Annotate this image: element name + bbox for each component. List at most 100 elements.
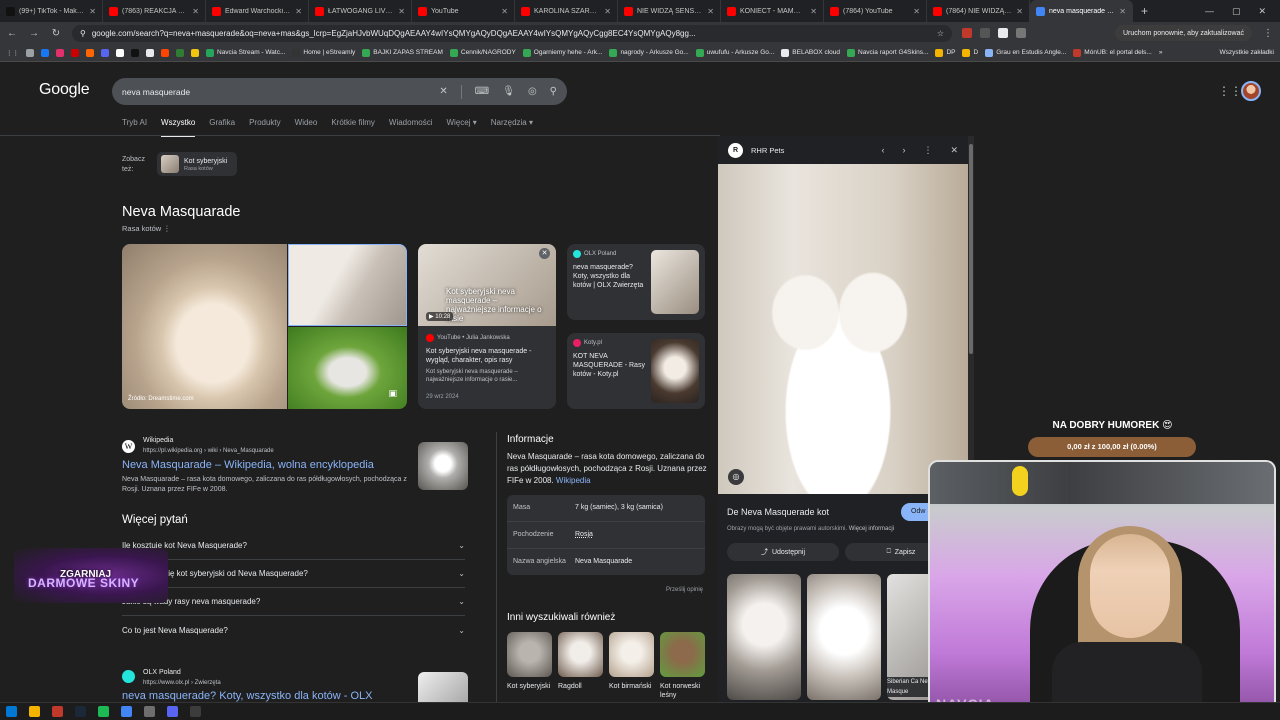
browser-tab[interactable]: YouTube ✕: [412, 0, 515, 22]
back-icon[interactable]: ←: [6, 28, 18, 39]
share-button[interactable]: ⤴ Udostępnij: [727, 543, 839, 561]
feedback-link[interactable]: Prześlij opinię: [666, 587, 703, 593]
bookmark-item[interactable]: Home | eStreamly: [292, 48, 355, 57]
result-url[interactable]: https://www.olx.pl › Zwierzęta: [143, 680, 221, 686]
tab-close-icon[interactable]: ✕: [89, 7, 96, 16]
reload-icon[interactable]: ↻: [50, 28, 62, 39]
bookmark-item[interactable]: nagrody - Arkusze Go...: [609, 48, 689, 57]
lens-icon[interactable]: ◎: [728, 469, 744, 485]
result-thumbnail[interactable]: [418, 672, 468, 702]
card-title[interactable]: neva masquerade? Koty, wszystko dla kotó…: [573, 263, 648, 290]
chevron-left-icon[interactable]: ‹: [881, 145, 884, 155]
browser-tab[interactable]: KAROLINA SZARPIE MAŁ✕: [515, 0, 618, 22]
apps-shortcut-icon[interactable]: ⋮⋮: [6, 49, 19, 57]
also-searched-image[interactable]: [558, 632, 603, 677]
tab-close-icon[interactable]: ✕: [604, 7, 611, 16]
tab-close-icon[interactable]: ✕: [192, 7, 199, 16]
google-logo[interactable]: Google: [39, 81, 90, 99]
browser-tab[interactable]: Edward Warchocki parodi ✕: [206, 0, 309, 22]
browser-tab[interactable]: ŁATWOGANG LIVESTREA ✕: [309, 0, 412, 22]
app-icon[interactable]: [52, 706, 63, 717]
result-title-link[interactable]: neva masquerade? Koty, wszystko dla kotó…: [122, 690, 372, 702]
result-card-olx[interactable]: OLX Poland neva masquerade? Koty, wszyst…: [567, 244, 705, 320]
browser-tab[interactable]: (99+) TikTok - Make Your ✕: [0, 0, 103, 22]
more-options-icon[interactable]: ⋮: [923, 145, 932, 156]
extensions-puzzle-icon[interactable]: [1016, 28, 1026, 38]
bookmark-item[interactable]: [191, 48, 199, 57]
bookmark-item[interactable]: [26, 48, 34, 57]
keyboard-icon[interactable]: ⌨: [475, 86, 489, 97]
also-searched-label[interactable]: Ragdoll: [558, 682, 603, 691]
also-searched-image[interactable]: [507, 632, 552, 677]
lens-icon[interactable]: ◎: [528, 86, 537, 97]
cat-image-two-cats[interactable]: [288, 244, 407, 326]
menu-kebab-icon[interactable]: ⋮: [1262, 28, 1274, 39]
bookmark-item[interactable]: [86, 48, 94, 57]
bookmark-item[interactable]: [161, 48, 169, 57]
viewer-source-name[interactable]: RHR Pets: [751, 146, 863, 155]
bookmark-item[interactable]: Navcia raport G4Skins...: [847, 48, 928, 57]
chevron-right-icon[interactable]: ›: [902, 145, 905, 155]
browser-tab[interactable]: (7864) YouTube ✕: [824, 0, 927, 22]
address-bar[interactable]: ⚲ google.com/search?q=neva+masquerade&oq…: [72, 24, 952, 42]
cat-image-grass[interactable]: ▣: [288, 327, 407, 409]
viewer-image-title[interactable]: De Neva Masquerade kot: [727, 507, 829, 517]
see-also-chip[interactable]: Kot syberyjski Rasa kotów: [157, 152, 237, 176]
bookmark-item[interactable]: [71, 48, 79, 57]
extension-icon[interactable]: [998, 28, 1008, 38]
bookmark-item[interactable]: [56, 48, 64, 57]
bookmark-item[interactable]: [131, 48, 139, 57]
steam-icon[interactable]: [75, 706, 86, 717]
more-info-link[interactable]: Więcej informacji: [849, 526, 894, 532]
bookmark-item[interactable]: DP: [935, 48, 955, 57]
avatar[interactable]: [1241, 81, 1261, 101]
start-icon[interactable]: [6, 706, 17, 717]
bookmark-item[interactable]: BAJKI ZAPAS STREAM: [362, 48, 443, 57]
bookmark-item[interactable]: [146, 48, 154, 57]
maximize-icon[interactable]: ▢: [1232, 6, 1241, 17]
video-title[interactable]: Kot syberyjski neva masquerade - wygląd,…: [426, 347, 550, 365]
bookmark-item[interactable]: uwufufu - Arkusze Go...: [695, 48, 774, 57]
bookmark-item[interactable]: Ogarniemy hehe - Ark...: [522, 48, 602, 57]
minimize-icon[interactable]: —: [1205, 6, 1214, 17]
bookmark-item[interactable]: [41, 48, 49, 57]
card-thumbnail[interactable]: [651, 339, 699, 403]
main-cat-image[interactable]: Źródło: Dreamstime.com: [122, 244, 287, 409]
bookmark-item[interactable]: [116, 48, 124, 57]
close-icon[interactable]: ✕: [539, 248, 550, 259]
all-bookmarks-button[interactable]: Wszystkie zakładki: [1219, 49, 1274, 56]
also-searched-label[interactable]: Kot birmański: [609, 682, 654, 691]
search-box[interactable]: neva masquerade ✕ ⌨ 🎙 ◎ ⚲: [112, 78, 567, 105]
video-card[interactable]: Kot syberyjski neva masquerade – najważn…: [418, 244, 556, 409]
forward-icon[interactable]: →: [28, 28, 40, 39]
browser-tab[interactable]: NIE WIDZĄ SENSU ŻYCIA ✕: [618, 0, 721, 22]
scrollbar-thumb[interactable]: [969, 144, 973, 354]
close-icon[interactable]: ✕: [950, 145, 958, 156]
tab-close-icon[interactable]: ✕: [1119, 7, 1126, 16]
entity-subtitle[interactable]: Rasa kotów ⋮: [122, 224, 171, 233]
extension-icon[interactable]: [980, 28, 990, 38]
also-searched-item[interactable]: Kot birmański: [609, 632, 654, 691]
clear-icon[interactable]: ✕: [439, 86, 447, 97]
also-searched-item[interactable]: Kot norweski leśny: [660, 632, 705, 700]
result-url[interactable]: https://pl.wikipedia.org › wiki › Neva_M…: [143, 448, 274, 454]
tab-close-icon[interactable]: ✕: [707, 7, 714, 16]
info-wikipedia-link[interactable]: Wikipedia: [556, 476, 591, 485]
tab-close-icon[interactable]: ✕: [913, 7, 920, 16]
bookmark-item[interactable]: Grau en Estudis Angle...: [985, 48, 1066, 57]
paa-question[interactable]: Co to jest Neva Masquerade? ⌄: [122, 616, 465, 644]
bookmark-item[interactable]: [176, 48, 184, 57]
also-searched-image[interactable]: [660, 632, 705, 677]
gallery-icon[interactable]: ▣: [388, 388, 397, 399]
result-card-kotypl[interactable]: Koty.pl KOT NEVA MASQUERADE - Rasy kotów…: [567, 333, 705, 409]
also-searched-item[interactable]: Ragdoll: [558, 632, 603, 691]
tab-close-icon[interactable]: ✕: [501, 7, 508, 16]
card-title[interactable]: KOT NEVA MASQUERADE - Rasy kotów - Koty.…: [573, 352, 648, 379]
restart-update-button[interactable]: Uruchom ponownie, aby zaktualizować: [1114, 25, 1252, 41]
result-thumbnail[interactable]: [418, 442, 468, 490]
search-icon[interactable]: ⚲: [550, 86, 557, 97]
bookmark-item[interactable]: Navcia Stream - Watc...: [206, 48, 285, 57]
chrome-icon[interactable]: [121, 706, 132, 717]
tab-close-icon[interactable]: ✕: [810, 7, 817, 16]
close-window-icon[interactable]: ✕: [1258, 6, 1266, 17]
